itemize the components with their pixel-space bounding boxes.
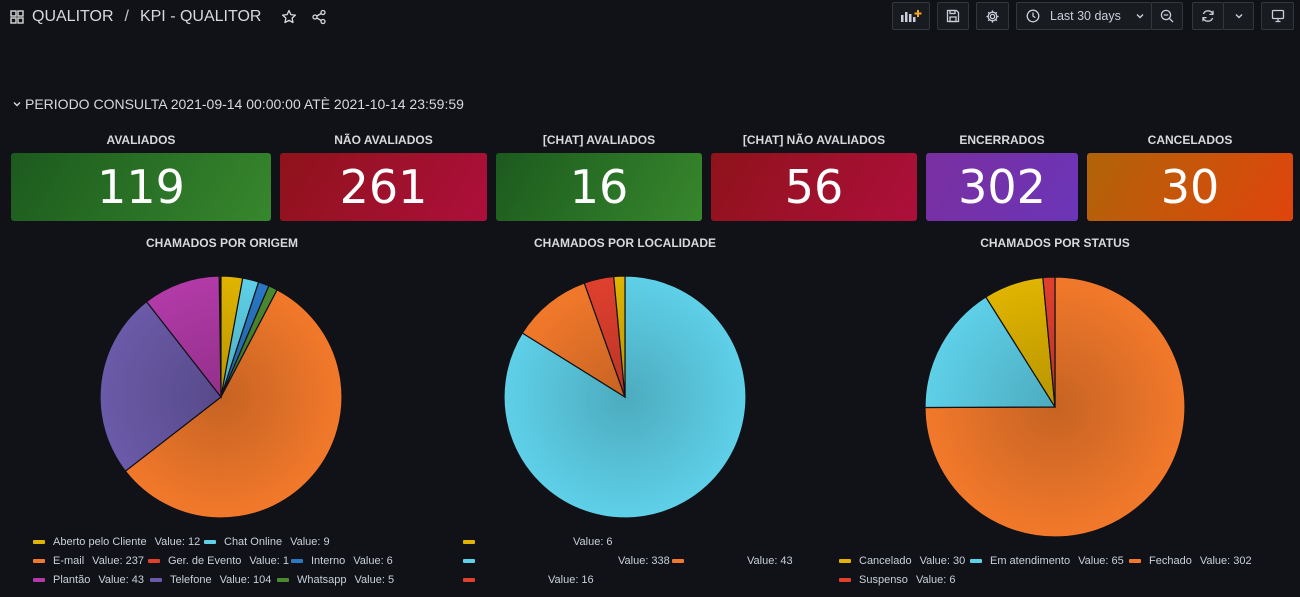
legend-swatch [33, 540, 45, 544]
legend-label: Interno [311, 555, 346, 567]
legend-swatch [463, 540, 475, 544]
legend-item[interactable]: Value: 43 [672, 555, 793, 567]
legend-value: Value: 104 [219, 574, 272, 586]
legend-swatch [1129, 559, 1141, 563]
legend-item[interactable]: Value: 16 [463, 574, 594, 586]
legend-value: Value: 6 [573, 536, 613, 548]
legend-swatch [672, 559, 684, 563]
legend-label: Chat Online [224, 536, 283, 548]
legend-item[interactable]: E-mail Value: 237 [33, 555, 144, 567]
legend-label: Fechado [1149, 555, 1192, 567]
legend-item[interactable]: Chat Online Value: 9 [204, 536, 330, 548]
legend-value: Value: 30 [919, 555, 966, 567]
legend-item[interactable]: Suspenso Value: 6 [839, 574, 956, 586]
legend-label: Plantão [53, 574, 91, 586]
legend-swatch [33, 578, 45, 582]
legend-label: Ger. de Evento [168, 555, 242, 567]
legend-item[interactable]: Plantão Value: 43 [33, 574, 144, 586]
legend-swatch [204, 540, 216, 544]
legend-label: Telefone [170, 574, 212, 586]
pie-2 [924, 276, 1186, 538]
legend-swatch [463, 578, 475, 582]
legend-label: Cancelado [859, 555, 912, 567]
legend-item[interactable]: Telefone Value: 104 [150, 574, 271, 586]
pie-1 [503, 275, 747, 519]
legend-swatch [33, 559, 45, 563]
legend-value: Value: 12 [154, 536, 201, 548]
legend-swatch [148, 559, 160, 563]
legend-swatch [839, 559, 851, 563]
legend-swatch [150, 578, 162, 582]
legend-value: Value: 65 [1078, 555, 1124, 567]
legend-value: Value: 43 [747, 555, 793, 567]
pie-0 [99, 275, 343, 519]
pie-chart-origem [99, 275, 1186, 538]
legend-item[interactable]: Value: 338 [463, 555, 670, 567]
legend-value: Value: 43 [98, 574, 144, 586]
legend-label: Em atendimento [990, 555, 1071, 567]
legend-label: Whatsapp [297, 574, 347, 586]
legend-swatch [463, 559, 475, 563]
legend-item[interactable]: Cancelado Value: 30 [839, 555, 965, 567]
legend-item[interactable]: Ger. de Evento Value: 1 [148, 555, 289, 567]
legend-value: Value: 237 [92, 555, 144, 567]
legend-label: Aberto pelo Cliente [53, 536, 147, 548]
legend-swatch [839, 578, 851, 582]
legend-item[interactable]: Fechado Value: 302 [1129, 555, 1252, 567]
legend-label: Suspenso [859, 574, 908, 586]
legend-swatch [277, 578, 289, 582]
legend-value: Value: 302 [1199, 555, 1252, 567]
legend-swatch [970, 559, 982, 563]
legend-item[interactable]: Interno Value: 6 [291, 555, 393, 567]
legend-item[interactable]: Em atendimento Value: 65 [970, 555, 1124, 567]
legend-swatch [291, 559, 303, 563]
legend-item[interactable]: Aberto pelo Cliente Value: 12 [33, 536, 200, 548]
legend-value: Value: 6 [915, 574, 956, 586]
legend-label: E-mail [53, 555, 85, 567]
legend-item[interactable]: Whatsapp Value: 5 [277, 574, 394, 586]
legend-value: Value: 9 [290, 536, 330, 548]
legend-value: Value: 16 [548, 574, 594, 586]
legend-value: Value: 6 [353, 555, 393, 567]
legend-value: Value: 338 [618, 555, 670, 567]
legend-value: Value: 1 [249, 555, 289, 567]
legend-value: Value: 5 [354, 574, 395, 586]
legend-item[interactable]: Value: 6 [463, 536, 613, 548]
